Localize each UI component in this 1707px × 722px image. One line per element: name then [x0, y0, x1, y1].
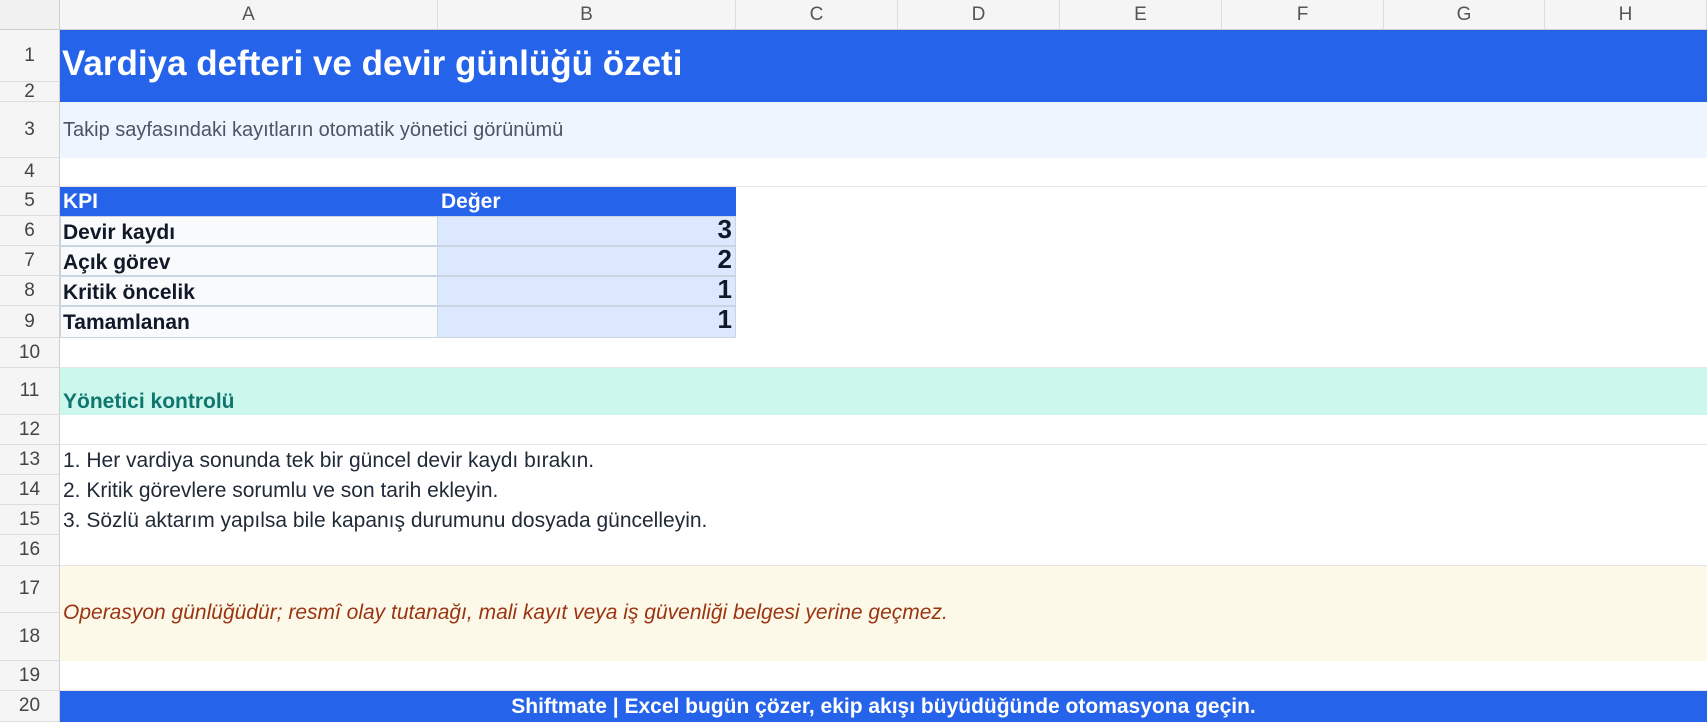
kpi-label: Açık görev: [63, 251, 171, 274]
row-header-14[interactable]: 14: [0, 475, 60, 505]
row-header-8[interactable]: 8: [0, 276, 60, 306]
column-header-h[interactable]: H: [1545, 0, 1707, 30]
row-header-6[interactable]: 6: [0, 216, 60, 246]
row-header-12[interactable]: 12: [0, 415, 60, 445]
disclaimer-text: Operasyon günlüğüdür; resmî olay tutanağ…: [63, 601, 948, 624]
kpi-label: Kritik öncelik: [63, 281, 195, 304]
kpi-value-cell[interactable]: [437, 246, 736, 276]
kpi-value-cell[interactable]: [437, 306, 736, 338]
row-header-19[interactable]: 19: [0, 661, 60, 691]
kpi-value: 3: [717, 214, 732, 244]
row-header-18[interactable]: 18: [0, 613, 60, 661]
column-header-a[interactable]: A: [60, 0, 438, 30]
row-header-9[interactable]: 9: [0, 306, 60, 338]
control-banner[interactable]: [60, 368, 1707, 415]
kpi-value: 1: [717, 304, 732, 334]
kpi-label: Tamamlanan: [63, 311, 190, 334]
select-all-corner[interactable]: [0, 0, 60, 30]
column-header-d[interactable]: D: [898, 0, 1060, 30]
row-header-13[interactable]: 13: [0, 445, 60, 475]
kpi-value: 2: [717, 244, 732, 274]
row-header-7[interactable]: 7: [0, 246, 60, 276]
row-header-5[interactable]: 5: [0, 187, 60, 216]
sheet-subtitle: Takip sayfasındaki kayıtların otomatik y…: [63, 119, 564, 141]
sheet-title: Vardiya defteri ve devir günlüğü özeti: [62, 44, 683, 83]
column-header-b[interactable]: B: [438, 0, 736, 30]
row-header-3[interactable]: 3: [0, 102, 60, 158]
control-step: 1. Her vardiya sonunda tek bir güncel de…: [63, 449, 595, 472]
kpi-header-cell-label[interactable]: [60, 187, 438, 216]
row-header-15[interactable]: 15: [0, 505, 60, 535]
control-step: 2. Kritik görevlere sorumlu ve son tarih…: [63, 479, 499, 502]
row-header-4[interactable]: 4: [0, 158, 60, 187]
gridline: [60, 444, 1707, 445]
kpi-value-cell[interactable]: [437, 276, 736, 306]
row-header-16[interactable]: 16: [0, 535, 60, 566]
row-header-11[interactable]: 11: [0, 368, 60, 415]
kpi-header-value: Değer: [441, 190, 501, 213]
kpi-label: Devir kaydı: [63, 221, 176, 244]
column-header-f[interactable]: F: [1222, 0, 1384, 30]
column-header-c[interactable]: C: [736, 0, 898, 30]
column-header-e[interactable]: E: [1060, 0, 1222, 30]
row-header-20[interactable]: 20: [0, 691, 60, 722]
row-header-2[interactable]: 2: [0, 81, 60, 102]
row-header-10[interactable]: 10: [0, 338, 60, 368]
row-header-1[interactable]: 1: [0, 30, 60, 82]
kpi-value: 1: [717, 274, 732, 304]
spreadsheet-grid: A B C D E F G H 1 2 3 4 5 6 7 8 9 10 11 …: [0, 0, 1707, 722]
kpi-value-cell[interactable]: [437, 216, 736, 246]
control-step: 3. Sözlü aktarım yapılsa bile kapanış du…: [63, 509, 708, 532]
row-header-17[interactable]: 17: [0, 566, 60, 613]
column-header-g[interactable]: G: [1384, 0, 1545, 30]
footer-text: Shiftmate | Excel bugün çözer, ekip akış…: [511, 695, 1256, 718]
kpi-header-label: KPI: [63, 190, 99, 213]
control-heading: Yönetici kontrolü: [63, 390, 235, 413]
